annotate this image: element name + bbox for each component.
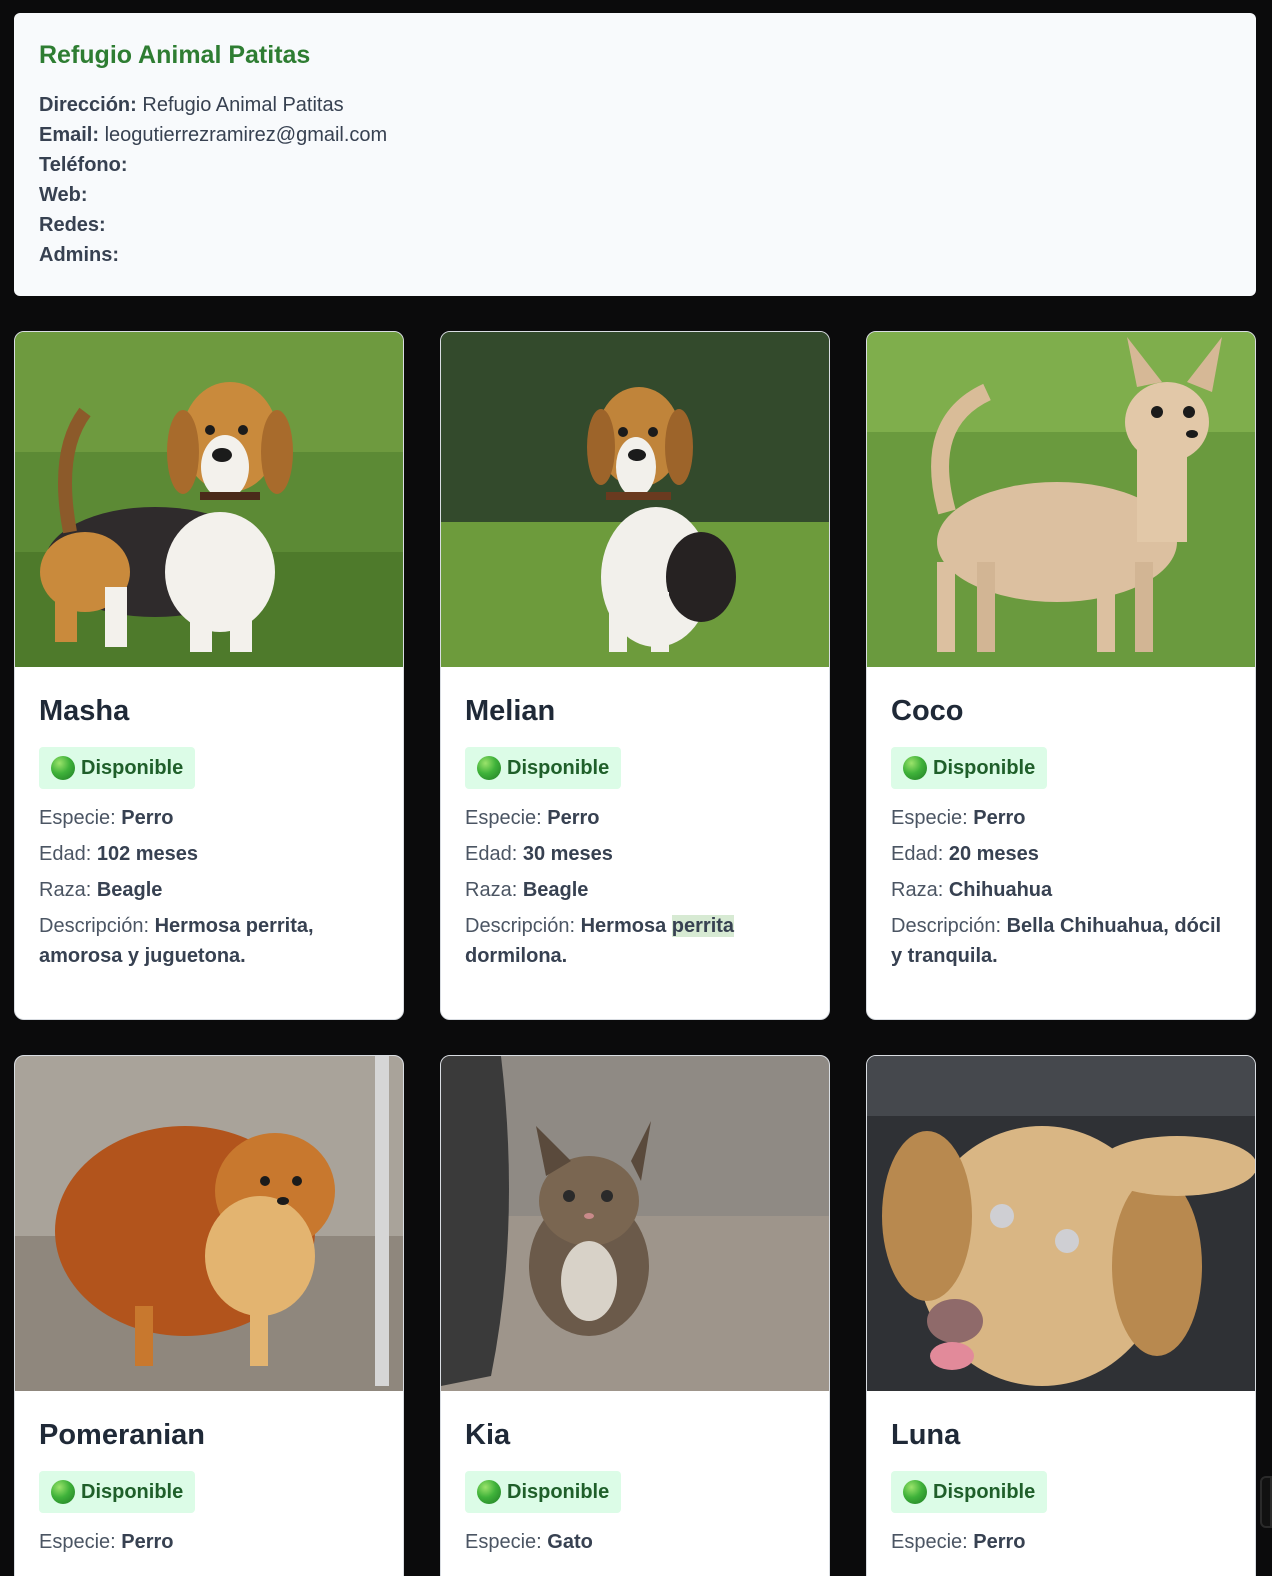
- pet-breed: Raza: Chihuahua: [891, 875, 1231, 905]
- pet-age: Edad: 20 meses: [891, 839, 1231, 869]
- pet-card[interactable]: Kia Disponible Especie: Gato: [440, 1055, 830, 1576]
- shelter-email: Email: leogutierrezramirez@gmail.com: [39, 120, 1231, 150]
- breed-value: Beagle: [96, 879, 163, 901]
- species-value: Perro: [973, 807, 1026, 829]
- age-value: 102 meses: [96, 843, 199, 865]
- status-badge: Disponible: [465, 747, 622, 789]
- species-label: Especie:: [891, 807, 968, 829]
- pet-card[interactable]: Pomeranian Disponible Especie: Perro: [14, 1055, 404, 1576]
- shelter-name: Refugio Animal Patitas: [39, 41, 311, 69]
- beagle-sitting-photo: [441, 332, 829, 667]
- kitten-photo: [441, 1056, 829, 1391]
- pet-name: Masha: [39, 695, 130, 727]
- labrador-photo: [867, 1056, 1255, 1391]
- pet-species: Especie: Perro: [891, 803, 1231, 833]
- pet-species: Especie: Gato: [465, 1527, 805, 1557]
- age-label: Edad:: [465, 843, 518, 865]
- age-value: 30 meses: [522, 843, 613, 865]
- green-circle-icon: [903, 756, 927, 780]
- green-circle-icon: [477, 756, 501, 780]
- admins-label: Admins:: [39, 244, 119, 266]
- status-label: Disponible: [81, 1480, 184, 1503]
- pet-card[interactable]: Melian Disponible Especie: Perro Edad: 3…: [440, 331, 830, 1020]
- shelter-address: Dirección: Refugio Animal Patitas: [39, 90, 1231, 120]
- status-label: Disponible: [507, 756, 610, 779]
- pet-name: Kia: [465, 1419, 511, 1451]
- description-value: Hermosa: [580, 915, 667, 937]
- breed-value: Chihuahua: [948, 879, 1053, 901]
- pet-species: Especie: Perro: [39, 803, 379, 833]
- scrollbar-thumb[interactable]: [1260, 1476, 1272, 1528]
- social-label: Redes:: [39, 214, 106, 236]
- pet-breed: Raza: Beagle: [465, 875, 805, 905]
- pet-age: Edad: 30 meses: [465, 839, 805, 869]
- chihuahua-photo: [867, 332, 1255, 667]
- pet-name: Coco: [891, 695, 964, 727]
- green-circle-icon: [51, 756, 75, 780]
- pet-description: Descripción: Hermosa perrita, amorosa y …: [39, 911, 379, 971]
- age-label: Edad:: [891, 843, 944, 865]
- shelter-web: Web:: [39, 180, 1231, 210]
- pet-breed: Raza: Beagle: [39, 875, 379, 905]
- breed-label: Raza:: [39, 879, 92, 901]
- status-badge: Disponible: [39, 747, 196, 789]
- status-badge: Disponible: [891, 1471, 1048, 1513]
- status-label: Disponible: [81, 756, 184, 779]
- breed-label: Raza:: [465, 879, 518, 901]
- description-highlight: perrita: [671, 915, 735, 937]
- breed-label: Raza:: [891, 879, 944, 901]
- description-label: Descripción:: [39, 915, 150, 937]
- pomeranian-photo: [15, 1056, 403, 1391]
- pet-card[interactable]: Coco Disponible Especie: Perro Edad: 20 …: [866, 331, 1256, 1020]
- pet-card[interactable]: Luna Disponible Especie: Perro: [866, 1055, 1256, 1576]
- email-value: leogutierrezramirez@gmail.com: [104, 124, 388, 146]
- beagle-photo: [15, 332, 403, 667]
- web-label: Web:: [39, 184, 88, 206]
- breed-value: Beagle: [522, 879, 589, 901]
- pet-description: Descripción: Bella Chihuahua, dócil y tr…: [891, 911, 1231, 971]
- species-value: Gato: [547, 1531, 593, 1553]
- species-label: Especie:: [465, 807, 542, 829]
- status-label: Disponible: [933, 756, 1036, 779]
- age-value: 20 meses: [948, 843, 1039, 865]
- green-circle-icon: [51, 1480, 75, 1504]
- status-badge: Disponible: [465, 1471, 622, 1513]
- status-badge: Disponible: [891, 747, 1048, 789]
- pet-name: Melian: [465, 695, 556, 727]
- email-label: Email:: [39, 124, 100, 146]
- species-value: Perro: [547, 807, 600, 829]
- pet-description: Descripción: Hermosa perrita dormilona.: [465, 911, 805, 971]
- shelter-phone: Teléfono:: [39, 150, 1231, 180]
- status-label: Disponible: [507, 1480, 610, 1503]
- pet-species: Especie: Perro: [891, 1527, 1231, 1557]
- species-label: Especie:: [39, 807, 116, 829]
- pet-name: Luna: [891, 1419, 961, 1451]
- species-value: Perro: [121, 807, 174, 829]
- species-label: Especie:: [891, 1531, 968, 1553]
- species-label: Especie:: [39, 1531, 116, 1553]
- shelter-social: Redes:: [39, 210, 1231, 240]
- description-label: Descripción:: [891, 915, 1002, 937]
- green-circle-icon: [903, 1480, 927, 1504]
- age-label: Edad:: [39, 843, 92, 865]
- address-label: Dirección:: [39, 94, 137, 116]
- status-badge: Disponible: [39, 1471, 196, 1513]
- phone-label: Teléfono:: [39, 154, 128, 176]
- pet-age: Edad: 102 meses: [39, 839, 379, 869]
- status-label: Disponible: [933, 1480, 1036, 1503]
- address-value: Refugio Animal Patitas: [142, 94, 344, 116]
- species-value: Perro: [121, 1531, 174, 1553]
- description-label: Descripción:: [465, 915, 576, 937]
- species-label: Especie:: [465, 1531, 542, 1553]
- description-value-end: dormilona.: [465, 945, 568, 967]
- shelter-info-panel: Refugio Animal Patitas Dirección: Refugi…: [14, 13, 1256, 296]
- green-circle-icon: [477, 1480, 501, 1504]
- shelter-admins: Admins:: [39, 240, 1231, 270]
- species-value: Perro: [973, 1531, 1026, 1553]
- pet-card[interactable]: Masha Disponible Especie: Perro Edad: 10…: [14, 331, 404, 1020]
- pet-species: Especie: Perro: [39, 1527, 379, 1557]
- pet-name: Pomeranian: [39, 1419, 205, 1451]
- pet-species: Especie: Perro: [465, 803, 805, 833]
